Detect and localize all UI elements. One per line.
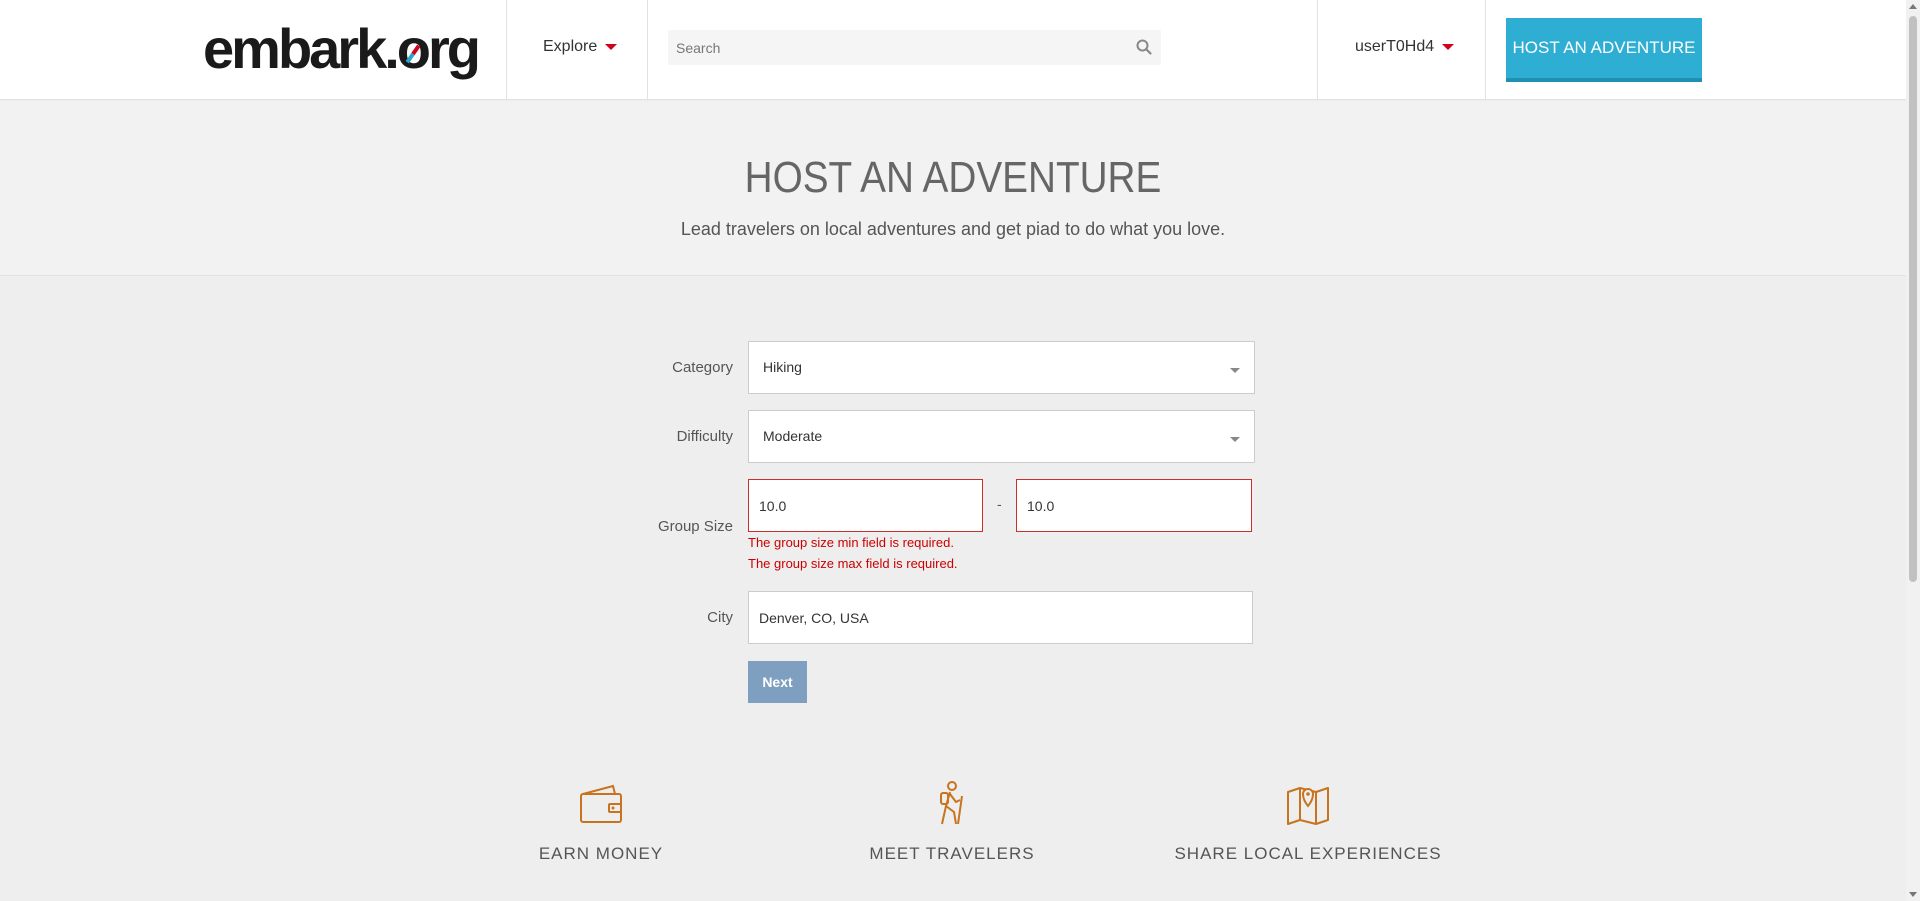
group-size-max-input[interactable] bbox=[1016, 479, 1252, 532]
header-divider bbox=[1485, 0, 1486, 100]
site-header: embark.org Explore userT0Hd4 HOST AN ADV… bbox=[0, 0, 1906, 100]
page-subtitle: Lead travelers on local adventures and g… bbox=[680, 219, 1226, 239]
explore-menu[interactable]: Explore bbox=[543, 38, 618, 56]
embark-logo[interactable]: embark.o rg bbox=[203, 14, 481, 84]
chevron-down-icon bbox=[1230, 437, 1240, 442]
category-value: Hiking bbox=[763, 359, 802, 375]
difficulty-value: Moderate bbox=[763, 428, 823, 444]
difficulty-label: Difficulty bbox=[676, 428, 733, 445]
feature-earn-money: EARN MONEY bbox=[451, 780, 751, 864]
chevron-down-icon bbox=[605, 43, 618, 50]
feature-share-local-experiences: SHARE LOCAL EXPERIENCES bbox=[1158, 780, 1458, 864]
map-pin-icon bbox=[1287, 787, 1329, 825]
header-divider bbox=[647, 0, 648, 100]
difficulty-select[interactable]: Moderate bbox=[748, 410, 1255, 463]
feature-meet-travelers: MEET TRAVELERS bbox=[802, 780, 1102, 864]
wallet-icon bbox=[580, 784, 622, 823]
feature-title: MEET TRAVELERS bbox=[869, 844, 1035, 863]
scroll-thumb[interactable] bbox=[1909, 16, 1917, 582]
category-select[interactable]: Hiking bbox=[748, 341, 1255, 394]
search-box bbox=[668, 30, 1161, 65]
logo-compass-o: o bbox=[396, 14, 431, 84]
feature-title: SHARE LOCAL EXPERIENCES bbox=[1174, 844, 1442, 863]
user-menu[interactable]: userT0Hd4 bbox=[1355, 38, 1455, 56]
logo-text-o: o bbox=[396, 17, 431, 80]
city-label: City bbox=[707, 609, 733, 626]
host-adventure-button[interactable]: HOST AN ADVENTURE bbox=[1506, 18, 1702, 82]
city-input[interactable] bbox=[748, 591, 1253, 644]
group-size-min-error: The group size min field is required. bbox=[748, 535, 954, 550]
next-button[interactable]: Next bbox=[748, 661, 807, 703]
page-title: HOST AN ADVENTURE bbox=[744, 153, 1162, 202]
feature-title: EARN MONEY bbox=[538, 844, 664, 863]
header-divider bbox=[506, 0, 507, 100]
chevron-down-icon bbox=[1230, 368, 1240, 373]
scroll-down-arrow-icon[interactable] bbox=[1909, 892, 1917, 897]
group-size-max-error: The group size max field is required. bbox=[748, 556, 958, 571]
page-scrollbar[interactable] bbox=[1906, 0, 1920, 901]
group-size-label: Group Size bbox=[657, 518, 733, 535]
search-input[interactable] bbox=[668, 30, 1161, 65]
explore-label: Explore bbox=[543, 38, 598, 55]
scroll-up-arrow-icon[interactable] bbox=[1909, 4, 1917, 9]
group-size-min-input[interactable] bbox=[748, 479, 983, 532]
hiker-icon bbox=[940, 781, 963, 825]
hero-section: HOST AN ADVENTURE Lead travelers on loca… bbox=[0, 101, 1906, 276]
category-label: Category bbox=[672, 359, 733, 376]
header-divider bbox=[1317, 0, 1318, 100]
chevron-down-icon bbox=[1442, 43, 1455, 50]
group-size-separator: - bbox=[997, 496, 1002, 512]
logo-text-end: rg bbox=[428, 17, 481, 80]
logo-text-start: embark. bbox=[203, 17, 400, 80]
search-icon[interactable] bbox=[1135, 38, 1153, 56]
username-label: userT0Hd4 bbox=[1355, 38, 1435, 55]
